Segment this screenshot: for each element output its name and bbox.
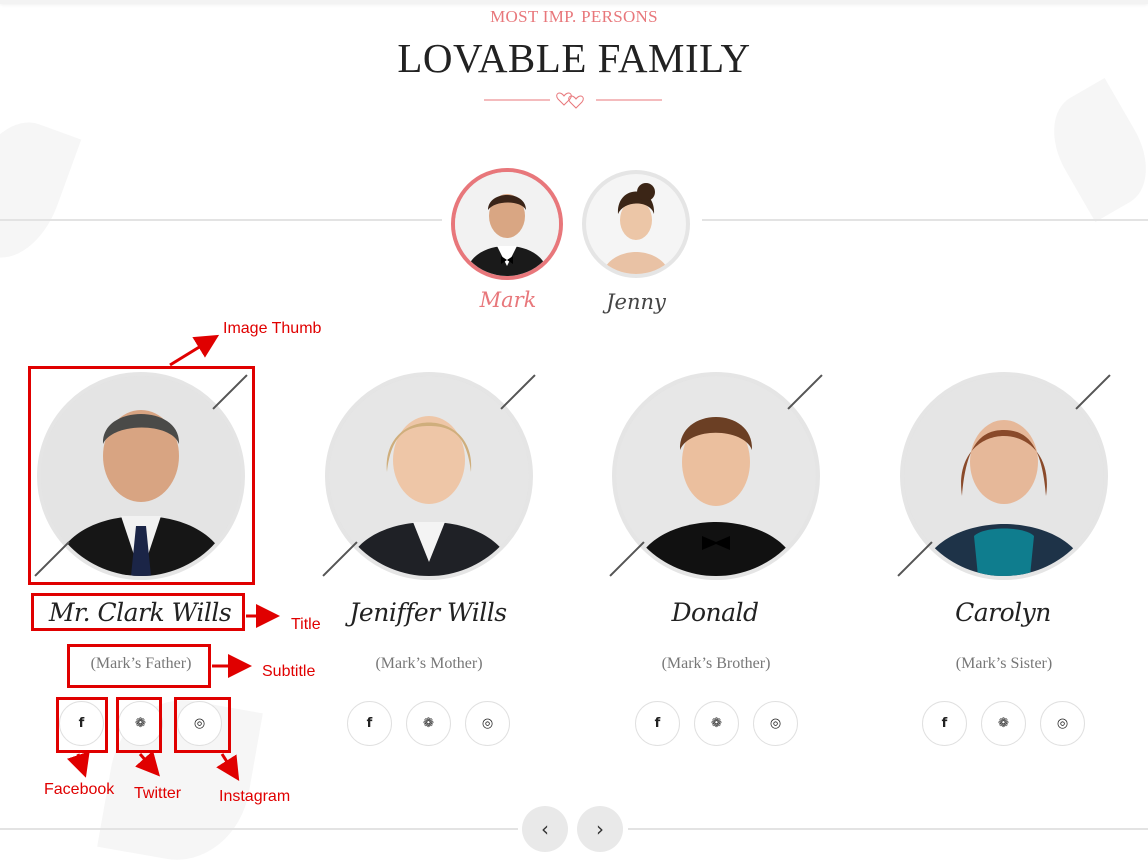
- facebook-icon: f: [654, 716, 661, 731]
- instagram-button[interactable]: ◎: [753, 701, 798, 746]
- facebook-icon: f: [366, 716, 373, 731]
- member-image-thumb: [612, 372, 820, 580]
- couple-tab-mark-avatar[interactable]: [451, 168, 563, 280]
- twitter-icon: ❁: [423, 716, 434, 731]
- tabs-line-left: [0, 219, 442, 221]
- annotation-label-facebook: Facebook: [44, 781, 115, 798]
- member-title: Donald: [671, 598, 759, 627]
- carousel-prev-button[interactable]: ‹: [522, 806, 568, 852]
- section-eyebrow: MOST IMP. PERSONS: [490, 7, 658, 26]
- annotation-box-twitter: [116, 697, 162, 753]
- instagram-icon: ◎: [1056, 716, 1069, 731]
- member-title: Carolyn: [955, 598, 1051, 627]
- thumb-diagonal-line: [322, 541, 358, 577]
- top-bar: [0, 0, 1148, 4]
- instagram-button[interactable]: ◎: [465, 701, 510, 746]
- couple-tab-jenny-label[interactable]: Jenny: [576, 290, 696, 314]
- annotation-label-image-thumb: Image Thumb: [223, 320, 322, 337]
- instagram-button[interactable]: ◎: [1040, 701, 1085, 746]
- thumb-diagonal-line: [609, 541, 645, 577]
- carousel-next-button[interactable]: ›: [577, 806, 623, 852]
- twitter-button[interactable]: ❁: [694, 701, 739, 746]
- facebook-icon: f: [941, 716, 948, 731]
- annotation-label-instagram: Instagram: [219, 788, 291, 805]
- section-title: LOVABLE FAMILY: [397, 35, 751, 81]
- background-leaf: [0, 108, 82, 272]
- twitter-icon: ❁: [711, 716, 722, 731]
- member-title: Jeniffer Wills: [349, 598, 507, 627]
- annotation-label-twitter: Twitter: [134, 785, 182, 802]
- chevron-right-icon: ›: [596, 817, 604, 841]
- instagram-icon: ◎: [481, 716, 494, 731]
- carousel-line-right: [628, 828, 1148, 830]
- annotation-box-image-thumb: [28, 366, 255, 585]
- facebook-button[interactable]: f: [347, 701, 392, 746]
- thumb-diagonal-line: [787, 374, 823, 410]
- instagram-icon: ◎: [769, 716, 782, 731]
- facebook-button[interactable]: f: [922, 701, 967, 746]
- member-subtitle: (Mark’s Mother): [375, 655, 483, 672]
- chevron-left-icon: ‹: [541, 817, 549, 841]
- member-subtitle: (Mark’s Brother): [661, 655, 771, 672]
- thumb-diagonal-line: [500, 374, 536, 410]
- couple-tab-mark-label[interactable]: Mark: [448, 288, 568, 312]
- tabs-line-right: [702, 219, 1148, 221]
- annotation-box-title: [31, 593, 245, 631]
- annotation-label-title: Title: [291, 616, 321, 633]
- background-leaf: [1035, 78, 1148, 222]
- hearts-divider: [484, 92, 662, 109]
- member-image-thumb: [325, 372, 533, 580]
- facebook-button[interactable]: f: [635, 701, 680, 746]
- member-image-thumb: [900, 372, 1108, 580]
- annotation-box-instagram: [174, 697, 231, 753]
- twitter-button[interactable]: ❁: [406, 701, 451, 746]
- thumb-diagonal-line: [1075, 374, 1111, 410]
- thumb-diagonal-line: [897, 541, 933, 577]
- carousel-line-left: [0, 828, 518, 830]
- twitter-icon: ❁: [998, 716, 1009, 731]
- annotation-box-subtitle: [67, 644, 211, 688]
- annotation-box-facebook: [56, 697, 108, 753]
- couple-tab-jenny-avatar[interactable]: [582, 170, 690, 278]
- annotation-label-subtitle: Subtitle: [262, 663, 316, 680]
- member-subtitle: (Mark’s Sister): [955, 655, 1053, 672]
- twitter-button[interactable]: ❁: [981, 701, 1026, 746]
